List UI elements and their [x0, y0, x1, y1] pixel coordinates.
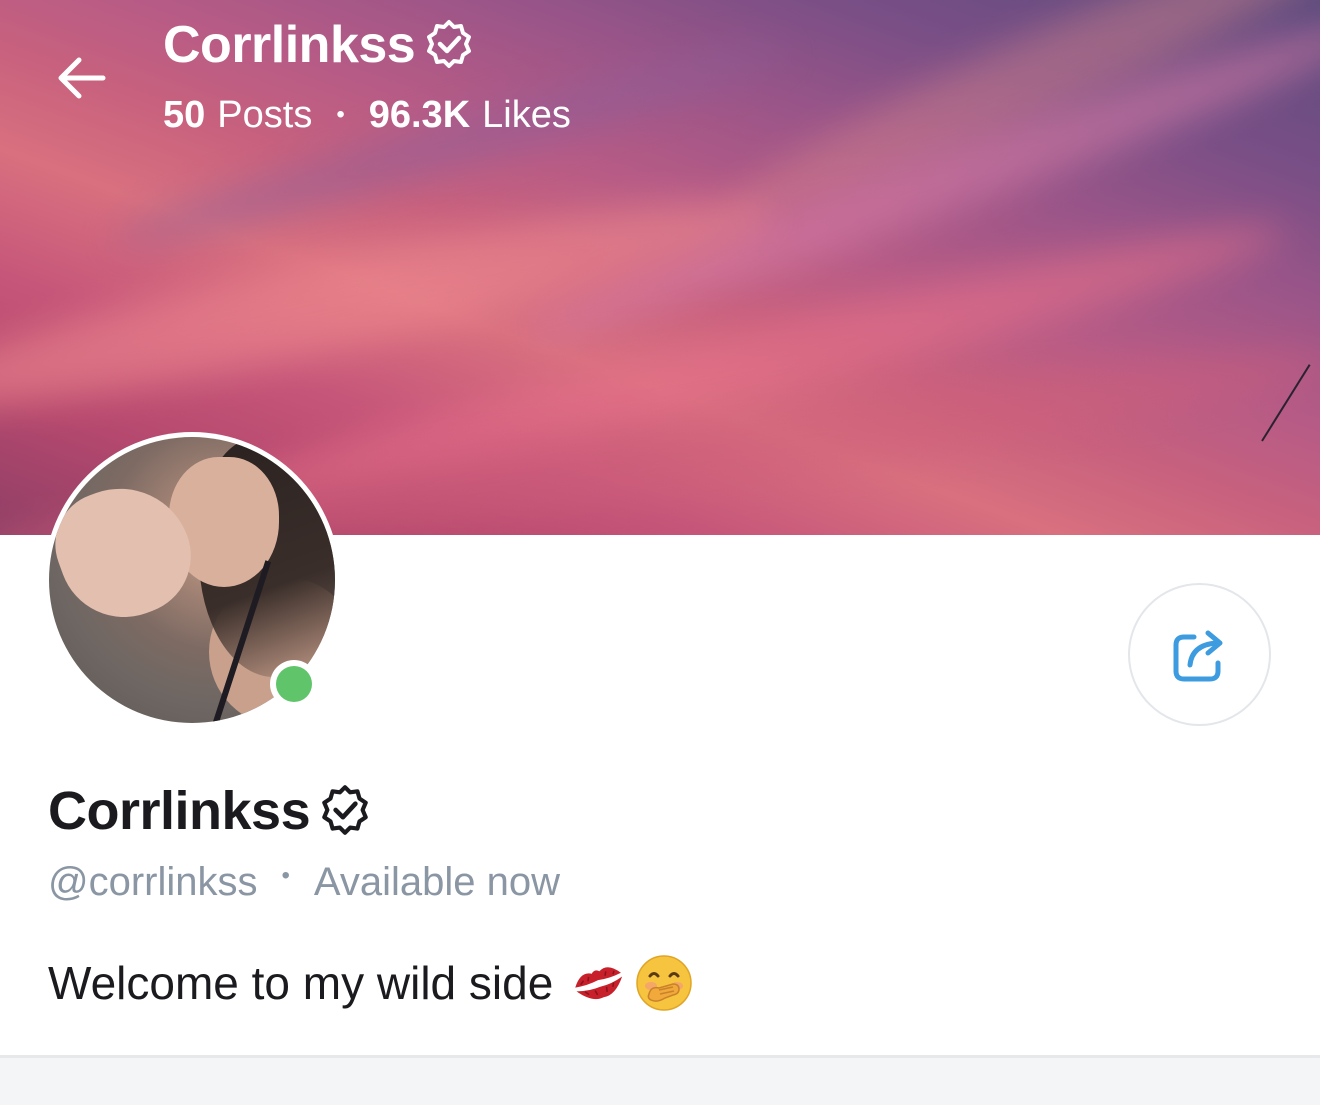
header-title-row: Corrlinkss	[163, 14, 477, 76]
share-icon	[1173, 630, 1222, 681]
header-title: Corrlinkss	[163, 16, 416, 74]
verified-badge-icon	[427, 20, 472, 68]
posts-label: Posts	[217, 93, 313, 136]
online-status-indicator	[270, 660, 318, 708]
content-area-edge	[0, 1058, 1320, 1105]
profile-bio: Welcome to my wild side	[48, 950, 693, 1016]
profile-meta: @corrlinkss • Available now	[48, 855, 560, 909]
hand-over-mouth-emoji-icon	[636, 955, 693, 1011]
profile-page: Corrlinkss 50 Posts • 96.3K Likes Corrli…	[0, 0, 1320, 1105]
share-button[interactable]	[1128, 583, 1271, 726]
verified-badge-icon	[322, 785, 368, 835]
availability-status: Available now	[313, 859, 561, 904]
back-button[interactable]	[48, 45, 114, 111]
meta-separator: •	[281, 862, 290, 889]
profile-name-row: Corrlinkss	[48, 776, 374, 846]
likes-count: 96.3K	[368, 93, 471, 136]
bio-text: Welcome to my wild side	[48, 957, 554, 1009]
likes-label: Likes	[482, 93, 571, 136]
posts-count: 50	[163, 93, 206, 136]
header-stats: 50 Posts • 96.3K Likes	[163, 90, 571, 140]
arrow-left-icon	[58, 57, 106, 99]
profile-name: Corrlinkss	[48, 781, 311, 841]
stats-separator: •	[336, 101, 345, 128]
kiss-mark-icon	[575, 967, 623, 1000]
profile-handle: @corrlinkss	[48, 859, 258, 904]
